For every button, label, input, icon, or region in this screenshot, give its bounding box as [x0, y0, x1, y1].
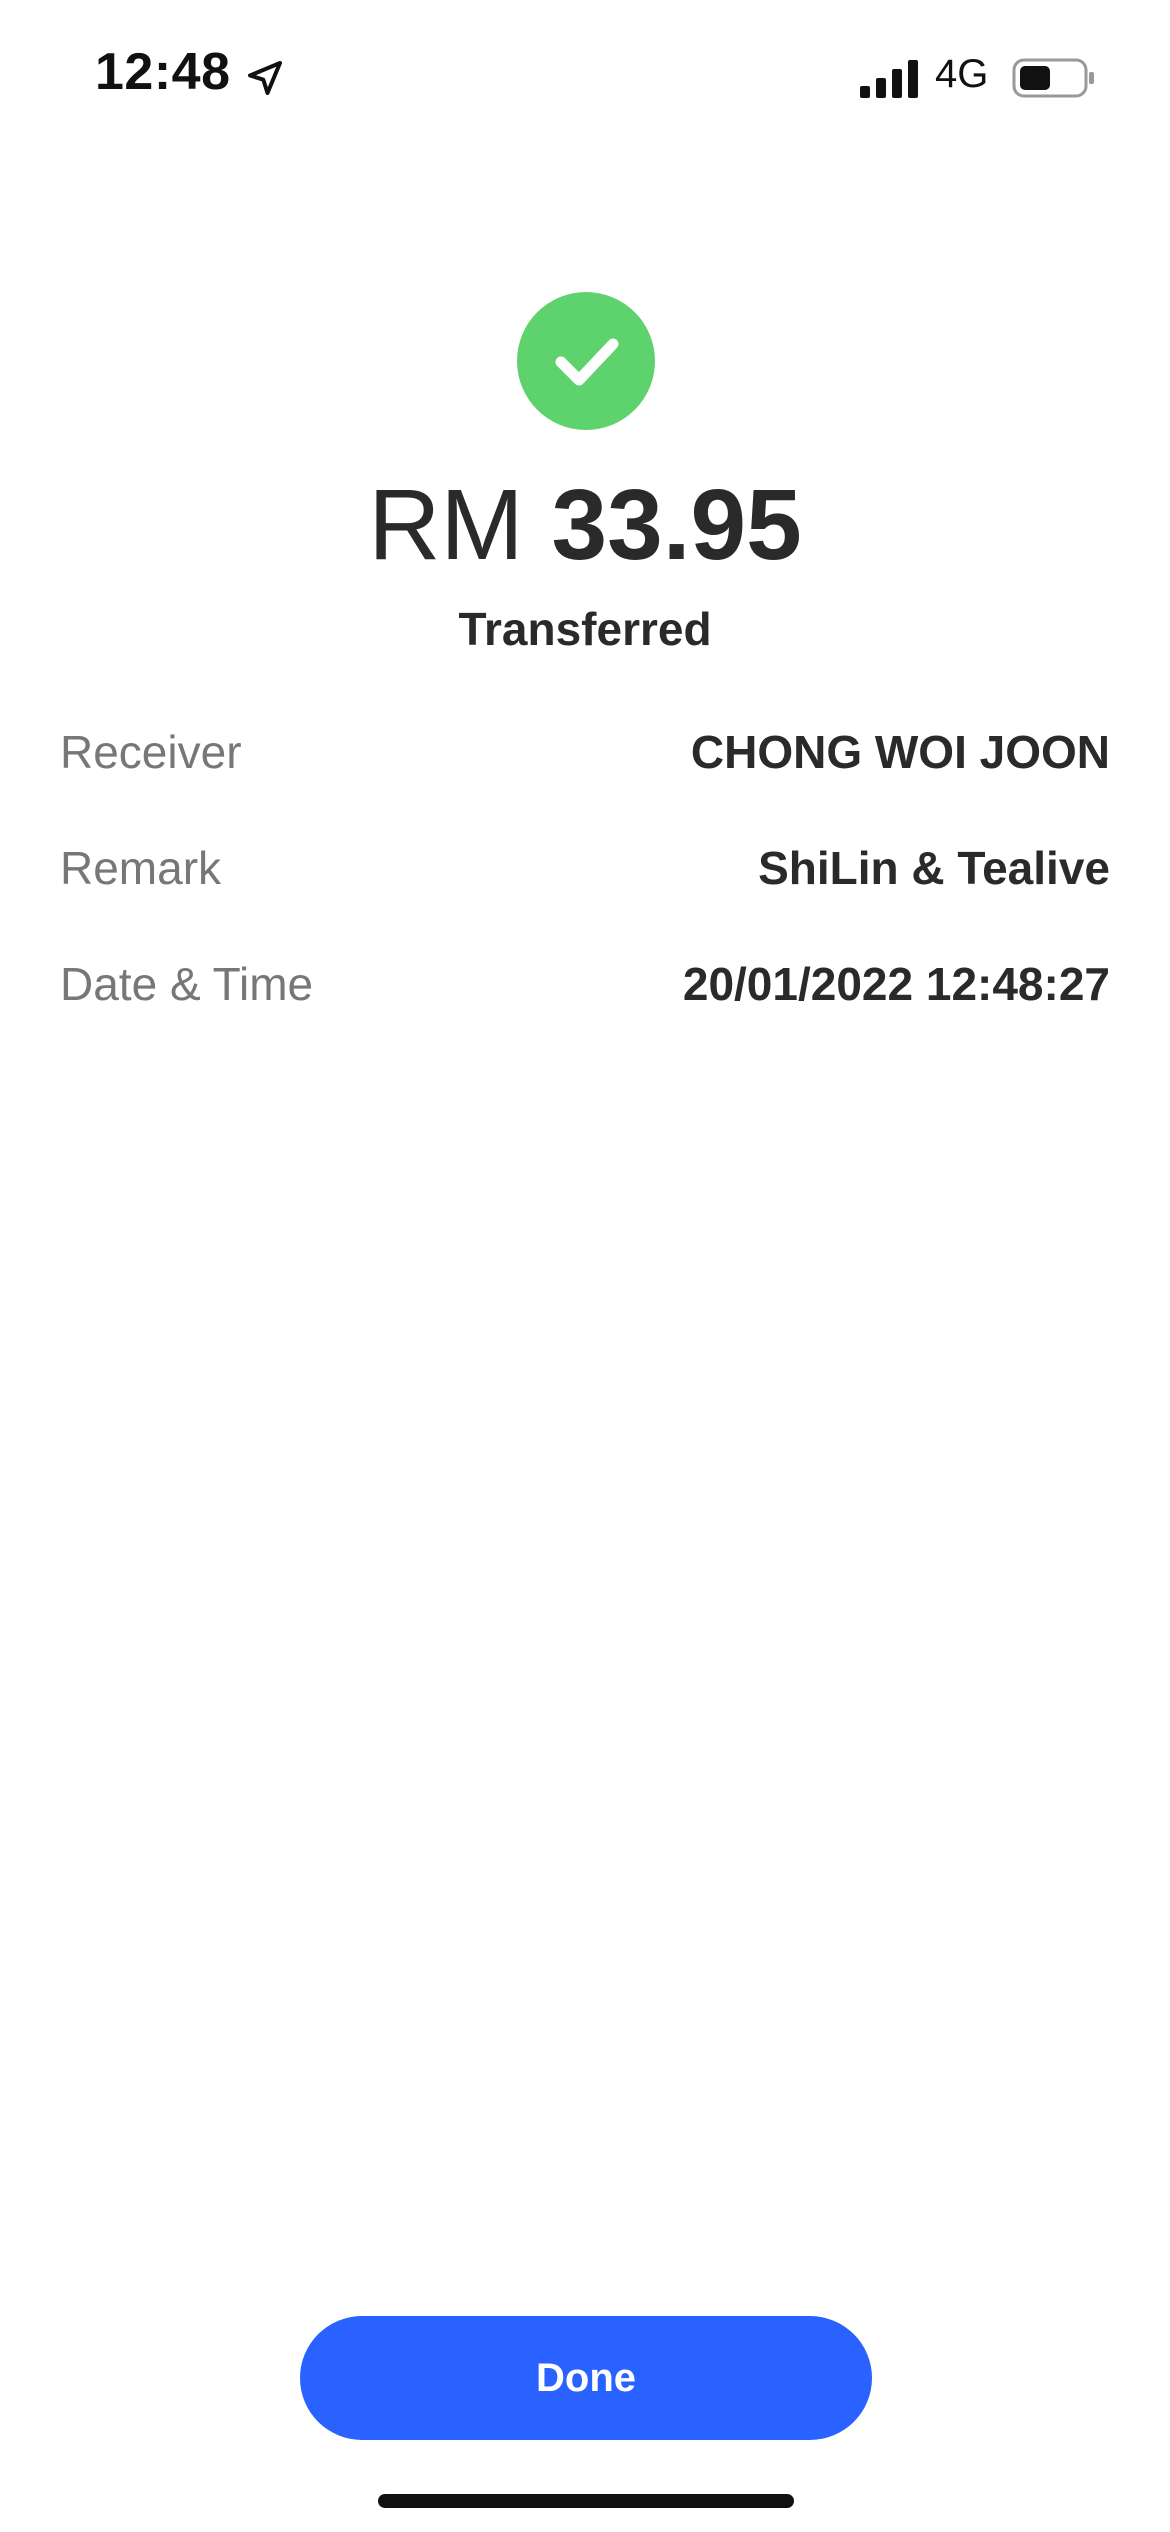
cellular-signal-icon [860, 60, 920, 98]
detail-value: ShiLin & Tealive [758, 842, 1110, 894]
detail-row-receiver: Receiver CHONG WOI JOON [60, 722, 1110, 782]
network-type-label: 4G [935, 52, 989, 96]
status-time: 12:48 [95, 43, 231, 101]
currency-label: RM [368, 469, 524, 581]
transfer-amount: RM 33.95 [0, 470, 1170, 580]
home-indicator[interactable] [378, 2494, 794, 2508]
location-arrow-icon [245, 58, 285, 98]
check-circle-icon [517, 292, 655, 430]
detail-row-remark: Remark ShiLin & Tealive [60, 838, 1110, 898]
detail-value: 20/01/2022 12:48:27 [682, 958, 1110, 1010]
detail-label: Receiver [60, 726, 242, 778]
battery-icon [1012, 58, 1096, 98]
detail-value: CHONG WOI JOON [690, 726, 1110, 778]
detail-label: Date & Time [60, 958, 314, 1010]
detail-label: Remark [60, 842, 222, 894]
done-button[interactable]: Done [300, 2316, 872, 2440]
transfer-status: Transferred [458, 603, 712, 655]
detail-row-date-time: Date & Time 20/01/2022 12:48:27 [60, 954, 1110, 1014]
amount-value: 33.95 [551, 469, 802, 581]
